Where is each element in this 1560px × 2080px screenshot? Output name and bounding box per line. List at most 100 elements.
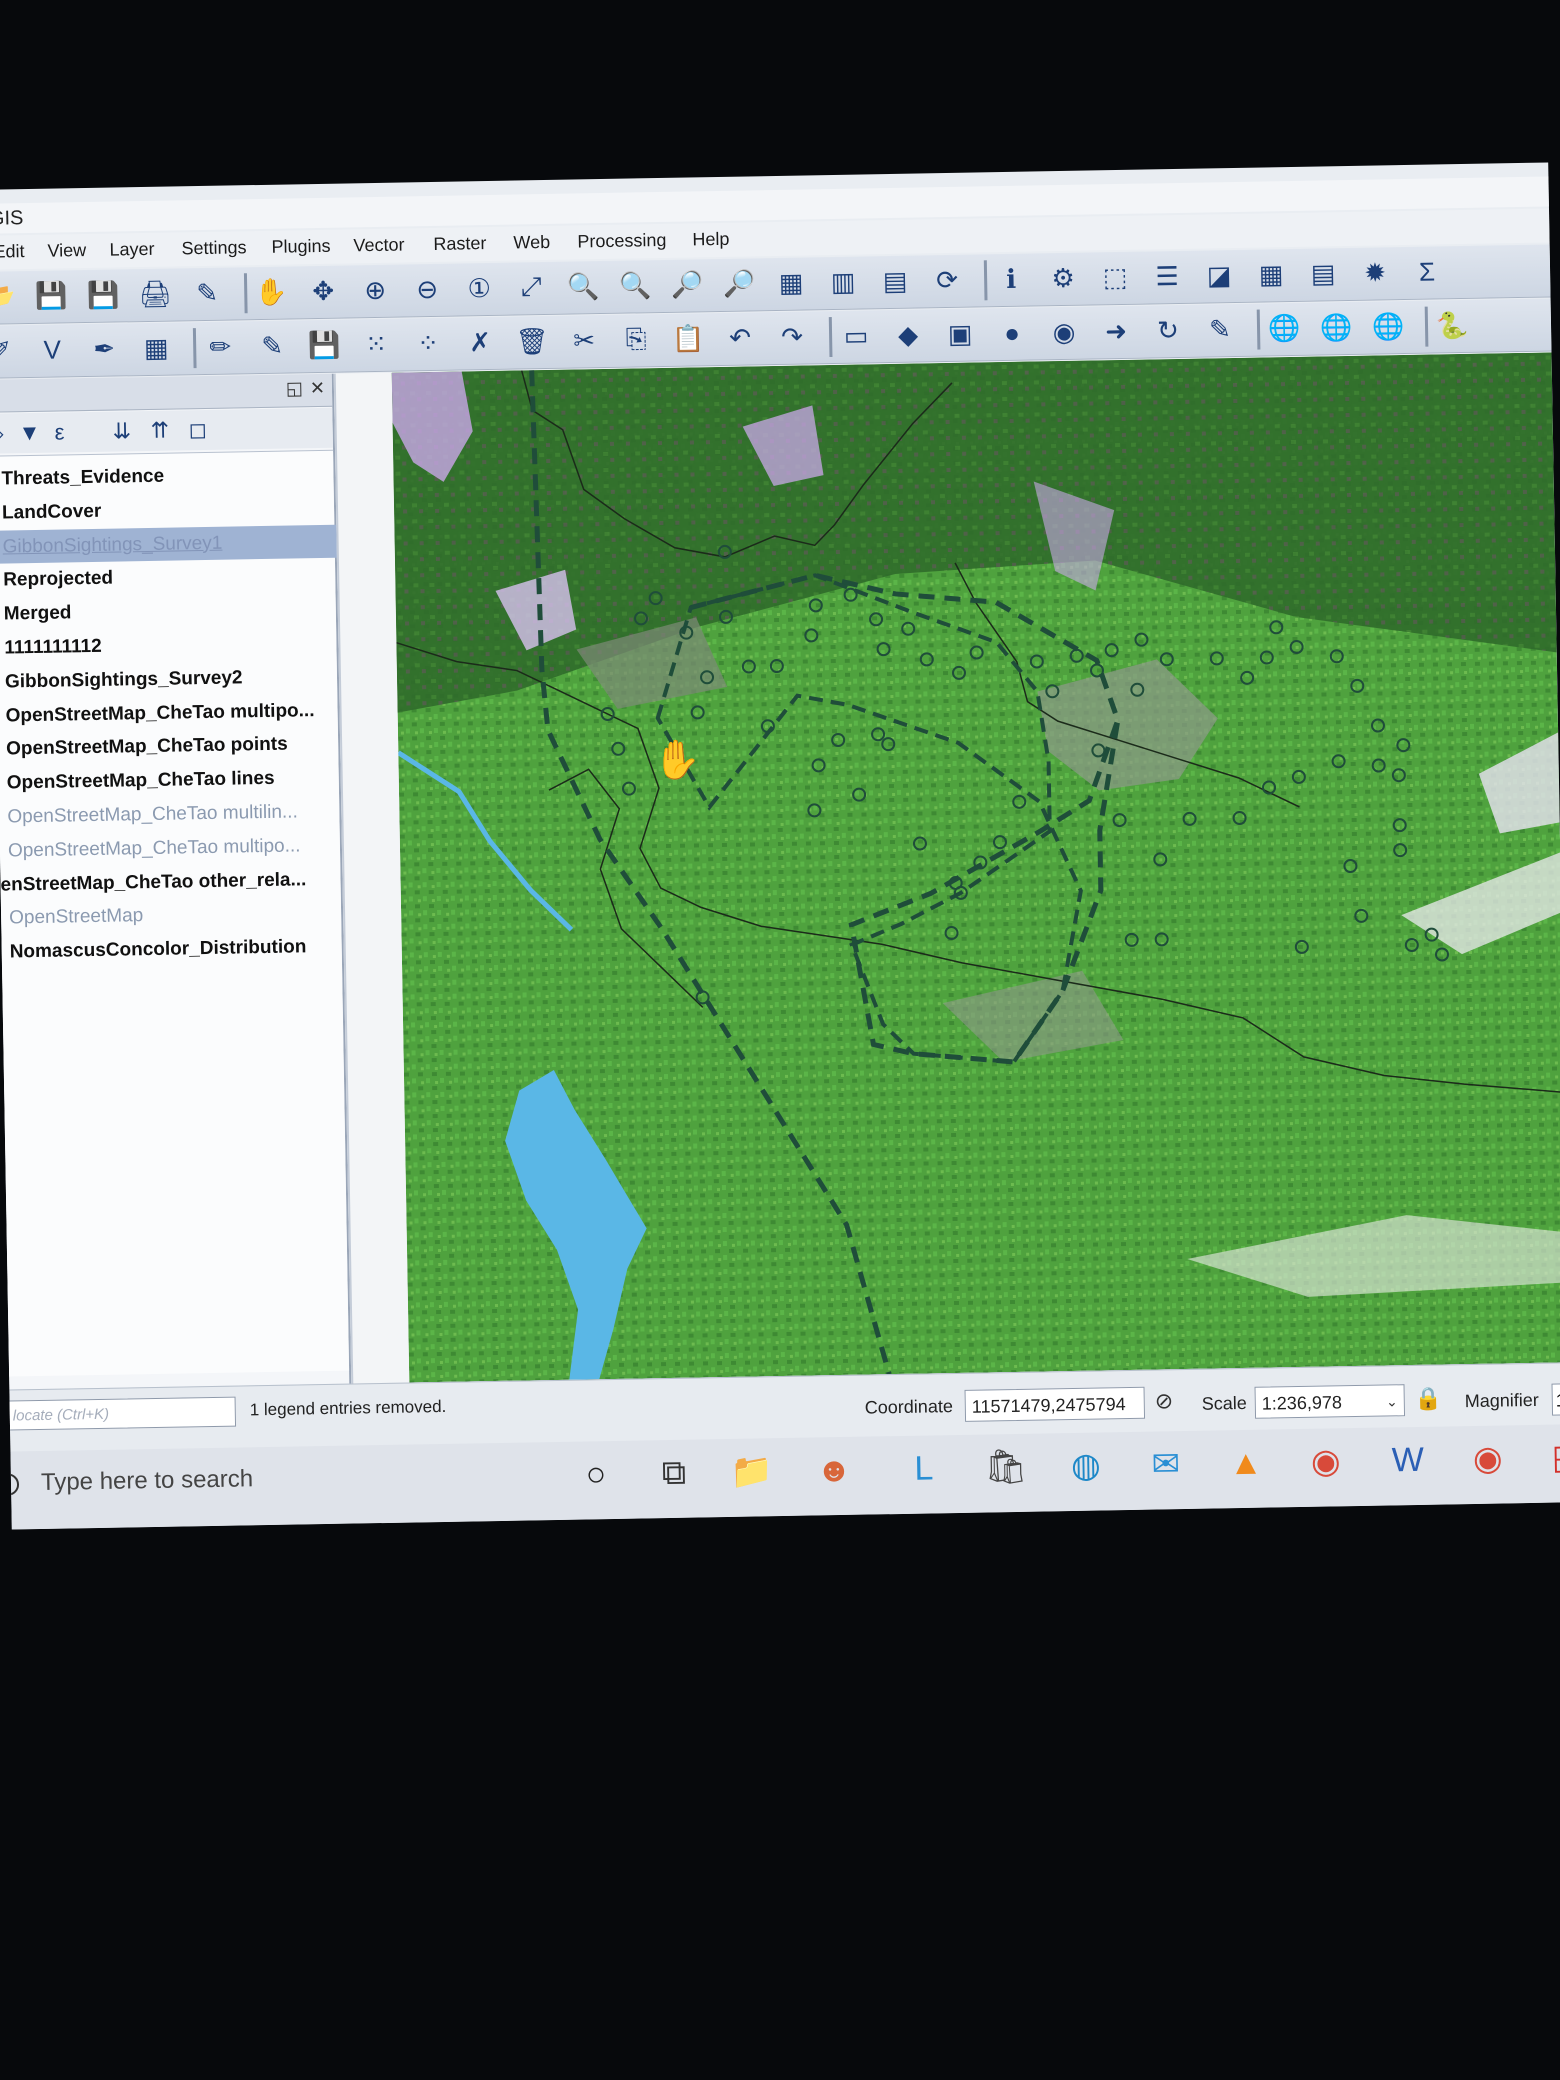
coordinate-field[interactable]: 11571479,2475794 — [964, 1386, 1146, 1422]
python-console-icon[interactable]: 🐍 — [1433, 306, 1472, 345]
add-wcs-icon[interactable]: 🌐 — [1369, 307, 1408, 346]
layer-item[interactable]: enStreetMap_CheTao other_rela... — [0, 862, 341, 901]
highlight-label-icon[interactable]: ▣ — [941, 314, 980, 353]
task-view-icon[interactable]: ⧉ — [651, 1450, 698, 1497]
statistics-icon[interactable]: Σ — [1408, 252, 1447, 291]
refresh-icon[interactable]: ⟳ — [928, 261, 967, 300]
menu-vector[interactable]: Vector — [353, 234, 404, 256]
toggle-extents-icon[interactable]: ⊘ — [1155, 1388, 1174, 1414]
layer-diagram-icon[interactable]: ▦ — [137, 328, 176, 367]
open-project-icon[interactable]: 📂 — [0, 277, 19, 316]
app-orange-icon[interactable]: ☻ — [811, 1447, 858, 1494]
menu-layer[interactable]: Layer — [109, 239, 154, 261]
magnifier-field[interactable]: 10 — [1551, 1383, 1560, 1416]
layer-item[interactable]: Threats_Evidence — [0, 457, 342, 496]
add-wfs-icon[interactable]: 🌐 — [1317, 308, 1356, 347]
vertex-tool-icon[interactable]: V — [33, 330, 72, 369]
show-label-icon[interactable]: ◉ — [1045, 313, 1084, 352]
undo-icon[interactable]: ↶ — [721, 318, 760, 357]
layer-item[interactable]: Merged — [0, 592, 344, 631]
cortana-icon[interactable]: ○ — [573, 1451, 620, 1498]
layer-item[interactable]: OpenStreetMap_CheTao multilin... — [0, 795, 348, 834]
layer-item[interactable]: GibbonSightings_Survey1 — [0, 524, 343, 564]
menu-help[interactable]: Help — [692, 229, 729, 251]
vertex-editor-icon[interactable]: ✗ — [461, 323, 500, 362]
menu-web[interactable]: Web — [513, 232, 550, 254]
filter-expression-icon[interactable]: ε — [54, 419, 64, 445]
app-l-icon[interactable]: L — [900, 1445, 947, 1492]
attribute-table-icon[interactable]: ▦ — [1252, 255, 1291, 294]
pan-icon[interactable]: ✋ — [252, 272, 291, 311]
map-canvas[interactable]: ✋ — [391, 352, 1560, 1383]
delete-icon[interactable]: 🗑 — [513, 322, 552, 361]
cut-icon[interactable]: ✂ — [565, 321, 604, 360]
menu-edit[interactable]: Edit — [0, 241, 25, 263]
add-feature-icon[interactable]: ⁘ — [409, 324, 448, 363]
store-icon[interactable]: 🛍 — [982, 1444, 1029, 1491]
collapse-all-icon[interactable]: ⇈ — [150, 418, 169, 444]
label-icon[interactable]: ▭ — [837, 316, 876, 355]
move-label-icon[interactable]: ➜ — [1097, 312, 1136, 351]
menu-plugins[interactable]: Plugins — [271, 236, 330, 258]
zoom-full-icon[interactable]: ⤢ — [512, 268, 551, 307]
zoom-in-icon[interactable]: ⊕ — [356, 271, 395, 310]
save-edits-icon[interactable]: 💾 — [305, 326, 344, 365]
pin-label-icon[interactable]: ● — [993, 314, 1032, 353]
show-bookmarks-icon[interactable]: ▥ — [824, 262, 863, 301]
run-action-icon[interactable]: ⚙ — [1044, 259, 1083, 298]
chrome-icon[interactable]: ◉ — [1302, 1438, 1349, 1485]
layer-style-icon[interactable]: ◈ — [0, 420, 4, 446]
menu-processing[interactable]: Processing — [577, 230, 666, 253]
save-as-icon[interactable]: 💾 — [84, 275, 123, 314]
locator-bar[interactable]: locate (Ctrl+K) — [5, 1396, 237, 1431]
field-calculator-icon[interactable]: ▤ — [1304, 254, 1343, 293]
zoom-out-icon[interactable]: ⊖ — [408, 270, 447, 309]
new-bookmark-icon[interactable]: ▦ — [772, 263, 811, 302]
edge-icon[interactable]: ◍ — [1062, 1442, 1109, 1489]
remove-layer-icon[interactable]: ◻ — [188, 417, 207, 443]
digitize-icon[interactable]: ✐ — [0, 331, 20, 370]
layer-item[interactable]: OpenStreetMap — [1, 896, 350, 935]
chevron-down-icon[interactable]: ⌄ — [1386, 1385, 1398, 1417]
layer-labeling-icon[interactable]: ◆ — [889, 315, 928, 354]
layer-item[interactable]: NomascusConcolor_Distribution — [1, 930, 350, 969]
copy-icon[interactable]: ⎘ — [617, 320, 656, 359]
app-red-icon[interactable]: ◰ — [1544, 1434, 1560, 1481]
layer-item[interactable]: OpenStreetMap_CheTao multipo... — [0, 693, 346, 732]
zoom-selection-icon[interactable]: 🔍 — [564, 267, 603, 306]
change-label-icon[interactable]: ✎ — [1201, 310, 1240, 349]
zoom-layer-icon[interactable]: 🔍 — [616, 266, 655, 305]
print-layout-icon[interactable]: 🖨 — [136, 274, 175, 313]
close-panel-icon[interactable]: ✕ — [310, 378, 325, 399]
feather-icon[interactable]: ✒ — [85, 329, 124, 368]
taskbar-search[interactable]: Type here to search — [0, 1442, 567, 1516]
menu-settings[interactable]: Settings — [181, 237, 246, 259]
layer-item[interactable]: OpenStreetMap_CheTao multipo... — [0, 828, 348, 867]
vlc-icon[interactable]: ▲ — [1222, 1440, 1269, 1487]
map-tips-icon[interactable]: ▤ — [876, 262, 915, 301]
layer-item[interactable]: GibbonSightings_Survey2 — [0, 659, 345, 698]
zoom-native-icon[interactable]: ① — [460, 269, 499, 308]
chrome-2-icon[interactable]: ◉ — [1464, 1435, 1511, 1482]
word-icon[interactable]: W — [1384, 1437, 1431, 1484]
scale-selector[interactable]: 1:236,978 ⌄ — [1254, 1384, 1406, 1419]
rotate-label-icon[interactable]: ↻ — [1149, 311, 1188, 350]
layer-item[interactable]: LandCover — [0, 490, 342, 529]
save-project-icon[interactable]: 💾 — [32, 276, 71, 315]
style-manager-icon[interactable]: ✎ — [188, 274, 227, 313]
pencil-icon[interactable]: ✎ — [253, 326, 292, 365]
zoom-next-icon[interactable]: 🔎 — [720, 264, 759, 303]
layer-item[interactable]: Reprojected — [0, 558, 343, 597]
layer-item[interactable]: 1111111112 — [0, 626, 345, 665]
mail-icon[interactable]: ✉ — [1142, 1441, 1189, 1488]
layer-item[interactable]: OpenStreetMap_CheTao lines — [0, 761, 347, 800]
menu-view[interactable]: View — [47, 240, 86, 262]
redo-icon[interactable]: ↷ — [773, 317, 812, 356]
toolbox-icon[interactable]: ✹ — [1356, 253, 1395, 292]
deselect-icon[interactable]: ◪ — [1200, 256, 1239, 295]
zoom-last-icon[interactable]: 🔎 — [668, 265, 707, 304]
add-wms-icon[interactable]: 🌐 — [1265, 309, 1304, 348]
float-panel-icon[interactable]: ◱ — [286, 378, 303, 399]
toggle-editing-icon[interactable]: ✏ — [201, 327, 240, 366]
layer-item[interactable]: OpenStreetMap_CheTao points — [0, 727, 346, 766]
